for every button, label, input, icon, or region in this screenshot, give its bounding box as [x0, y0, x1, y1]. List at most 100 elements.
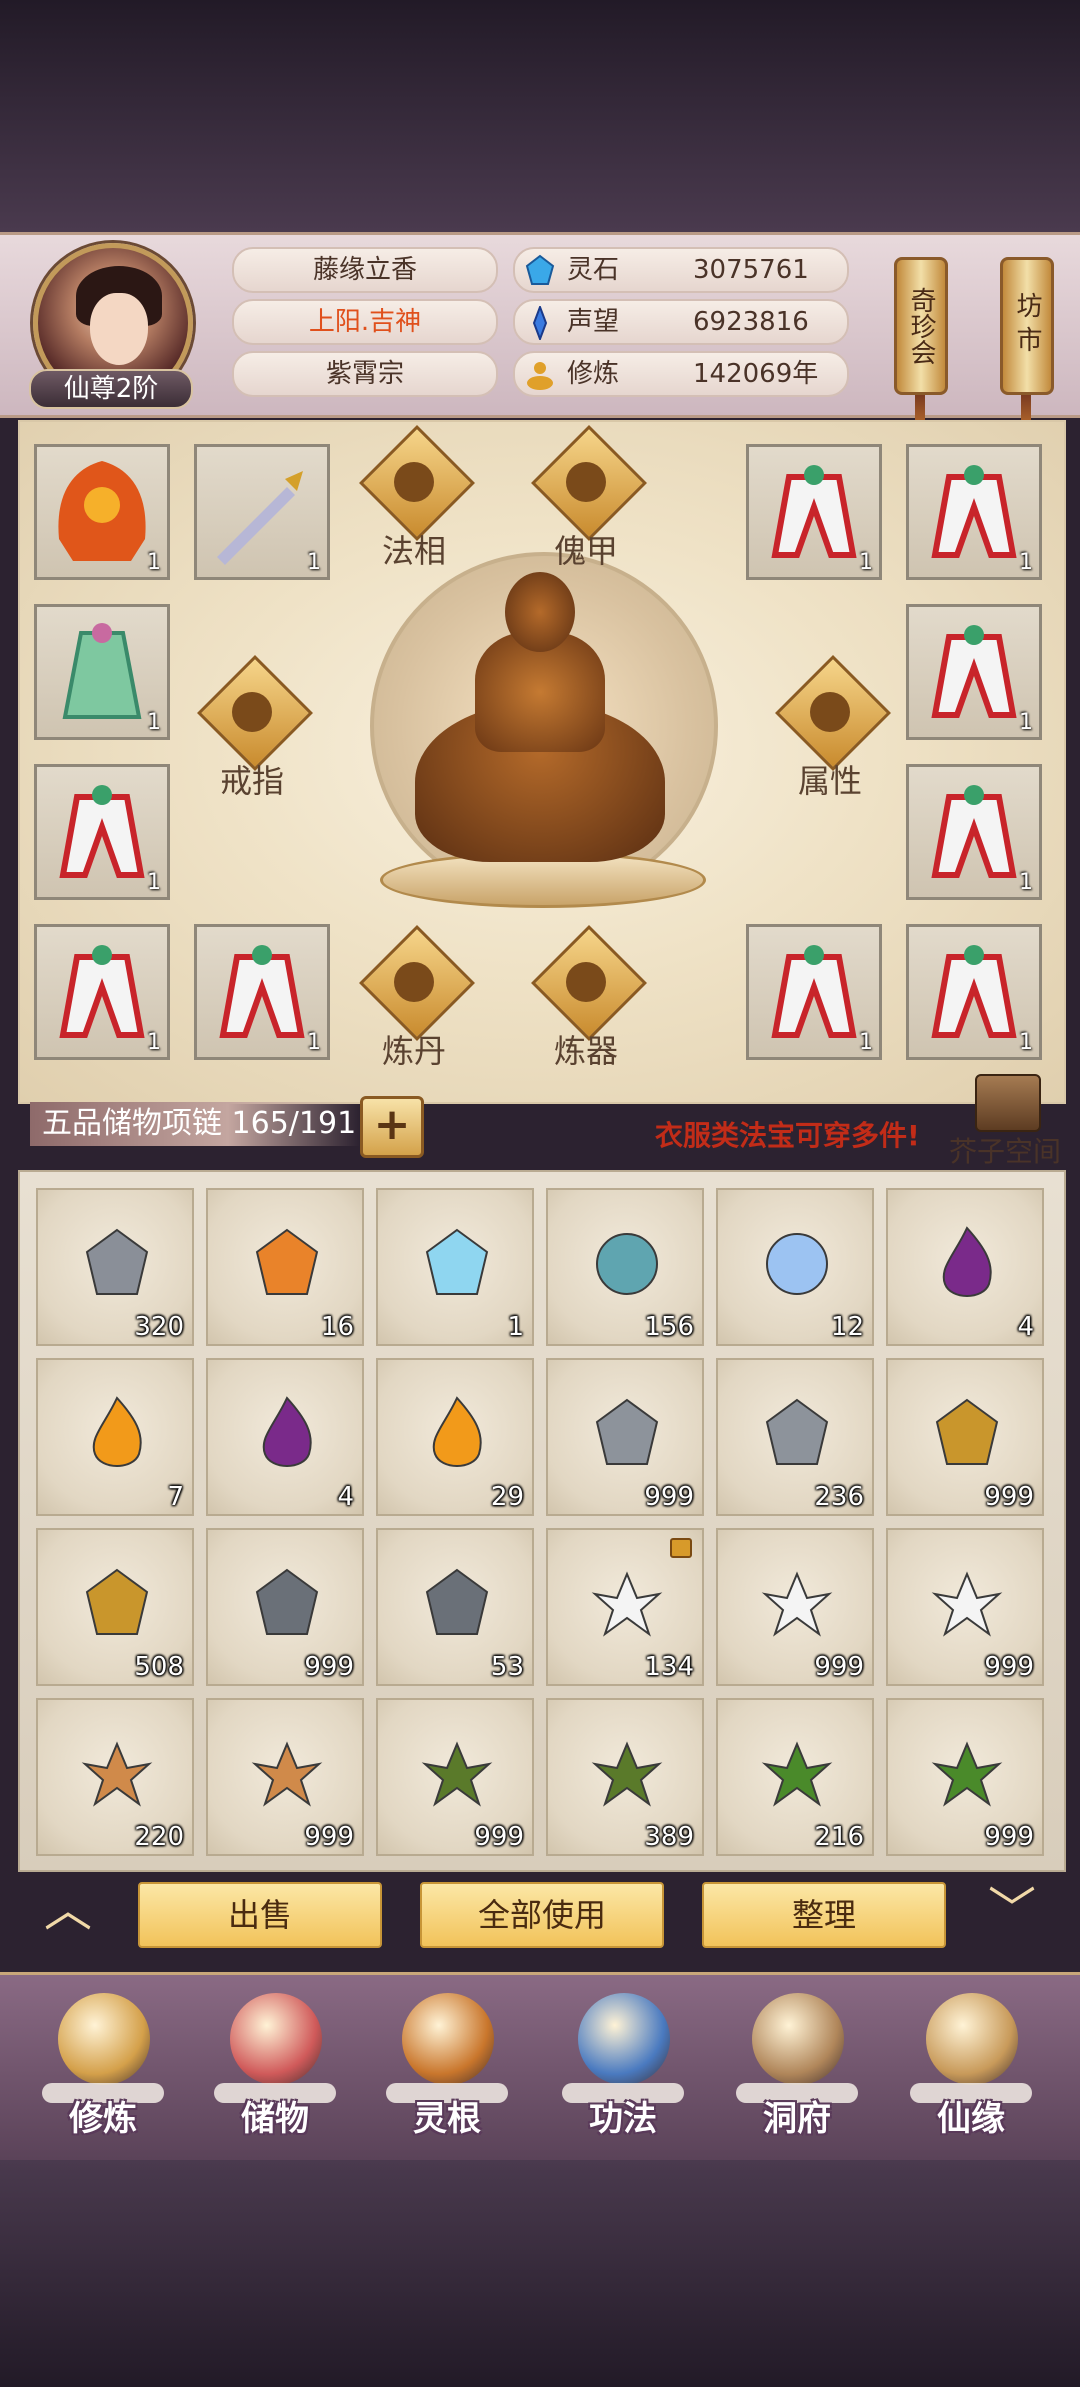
inventory-slot[interactable]: 999 — [886, 1358, 1044, 1516]
slot-count: 1 — [859, 1030, 873, 1055]
resource-cultivation: 修炼 142069年 — [513, 351, 849, 397]
equip-slot[interactable]: 1 — [746, 924, 882, 1060]
storage-capacity: 五品储物项链 165/191 — [30, 1102, 360, 1146]
ring-button[interactable]: 戒指 — [192, 655, 313, 812]
cultivate-icon — [58, 1993, 150, 2085]
inventory-slot[interactable]: 7 — [36, 1358, 194, 1516]
sort-button[interactable]: 整理 — [702, 1882, 946, 1948]
item-count: 999 — [984, 1822, 1034, 1852]
equip-slot[interactable]: 1 — [906, 764, 1042, 900]
white-lily-icon — [931, 1571, 1003, 1637]
slot-count: 1 — [147, 870, 161, 895]
equip-slot[interactable]: 1 — [906, 604, 1042, 740]
player-name: 藤缘立香 — [232, 247, 498, 293]
inventory-slot[interactable]: 999 — [886, 1528, 1044, 1686]
item-count: 156 — [644, 1312, 694, 1342]
equip-slot[interactable]: 1 — [34, 444, 170, 580]
inventory-slot[interactable]: 29 — [376, 1358, 534, 1516]
item-count: 999 — [984, 1652, 1034, 1682]
gold-ore-icon — [935, 1398, 999, 1465]
cultivation-icon — [527, 362, 553, 390]
player-header: 仙尊2阶 藤缘立香 上阳.吉神 紫霄宗 灵石 3075761 声望 692381… — [0, 232, 1080, 451]
avatar-face — [90, 293, 148, 365]
cauldron-icon — [394, 962, 434, 1002]
anvil-icon — [566, 962, 606, 1002]
inventory-slot[interactable]: 134 — [546, 1528, 704, 1686]
chevron-down-icon[interactable]: ﹀ — [972, 1880, 1052, 1940]
equip-slot[interactable]: 1 — [746, 444, 882, 580]
expand-storage-button[interactable]: + — [360, 1096, 424, 1158]
inventory-slot[interactable]: 53 — [376, 1528, 534, 1686]
sell-button[interactable]: 出售 — [138, 1882, 382, 1948]
gray-stone-shards-icon — [85, 1228, 149, 1295]
player-title[interactable]: 上阳.吉神 — [232, 299, 498, 345]
mustard-space-button[interactable]: 芥子空间 — [945, 1070, 1065, 1170]
nav-cultivate[interactable]: 修炼 — [28, 1983, 178, 2153]
forging-button[interactable]: 炼器 — [526, 925, 647, 1082]
equip-slot[interactable]: 1 — [906, 444, 1042, 580]
alchemy-button[interactable]: 炼丹 — [354, 925, 475, 1082]
chest-icon — [975, 1074, 1041, 1132]
inventory-slot[interactable]: 4 — [886, 1188, 1044, 1346]
attributes-label: 属性 — [797, 762, 862, 800]
slot-count: 1 — [1019, 550, 1033, 575]
nav-technique-book[interactable]: 功法 — [548, 1983, 698, 2153]
orange-flame-icon — [432, 1396, 482, 1467]
blue-orb-icon — [766, 1233, 828, 1295]
inventory-slot[interactable]: 1 — [376, 1188, 534, 1346]
inventory-slot[interactable]: 220 — [36, 1698, 194, 1856]
slot-count: 1 — [307, 1030, 321, 1055]
item-count: 999 — [644, 1482, 694, 1512]
nav-cave-dwelling[interactable]: 洞府 — [722, 1983, 872, 2153]
inventory-slot[interactable]: 508 — [36, 1528, 194, 1686]
attributes-button[interactable]: 属性 — [770, 655, 891, 812]
inventory-slot[interactable]: 389 — [546, 1698, 704, 1856]
equip-slot[interactable]: 1 — [34, 764, 170, 900]
inventory-slot[interactable]: 999 — [206, 1528, 364, 1686]
inventory-slot[interactable]: 236 — [716, 1358, 874, 1516]
item-count: 999 — [814, 1652, 864, 1682]
forging-label: 炼器 — [553, 1032, 618, 1070]
inventory-slot[interactable]: 999 — [206, 1698, 364, 1856]
inventory-slot[interactable]: 999 — [716, 1528, 874, 1686]
inventory-slot[interactable]: 156 — [546, 1188, 704, 1346]
dharma-form-button[interactable]: 法相 — [354, 425, 475, 582]
herb-root-icon — [591, 1741, 663, 1807]
use-all-button[interactable]: 全部使用 — [420, 1882, 664, 1948]
resource-label: 灵石 — [567, 255, 620, 285]
chevron-up-icon[interactable]: ︿ — [28, 1880, 108, 1940]
item-count: 4 — [337, 1482, 354, 1512]
inventory-slot[interactable]: 12 — [716, 1188, 874, 1346]
slot-count: 1 — [859, 550, 873, 575]
orange-crystal-icon — [255, 1228, 319, 1295]
spirit-stone-icon — [525, 254, 555, 285]
equip-slot[interactable]: 1 — [34, 924, 170, 1060]
inventory-slot[interactable]: 999 — [546, 1358, 704, 1516]
avatar[interactable]: 仙尊2阶 — [25, 241, 195, 411]
nav-storage-bag[interactable]: 储物 — [200, 1983, 350, 2153]
treasure-auction-button[interactable]: 奇珍会 — [894, 257, 948, 395]
market-button[interactable]: 坊市 — [1000, 257, 1054, 395]
equip-slot[interactable]: 1 — [906, 924, 1042, 1060]
inventory-slot[interactable]: 216 — [716, 1698, 874, 1856]
silver-ore-icon — [595, 1398, 659, 1465]
nav-spirit-root[interactable]: 灵根 — [372, 1983, 522, 2153]
equip-slot[interactable]: 1 — [34, 604, 170, 740]
herb-root-icon — [421, 1741, 493, 1807]
inventory-slot[interactable]: 16 — [206, 1188, 364, 1346]
inventory-slot[interactable]: 320 — [36, 1188, 194, 1346]
ginseng-icon — [251, 1741, 323, 1807]
inventory-slot[interactable]: 4 — [206, 1358, 364, 1516]
item-count: 134 — [644, 1652, 694, 1682]
item-count: 29 — [490, 1482, 524, 1512]
puppet-armor-button[interactable]: 傀甲 — [526, 425, 647, 582]
berry-herb-icon — [931, 1741, 1003, 1807]
treasure-auction-label: 奇珍会 — [906, 287, 936, 365]
teal-orb-icon — [596, 1233, 658, 1295]
inventory-slot[interactable]: 999 — [886, 1698, 1044, 1856]
player-sect[interactable]: 紫霄宗 — [232, 351, 498, 397]
nav-immortal-fate[interactable]: 仙缘 — [896, 1983, 1046, 2153]
equip-slot[interactable]: 1 — [194, 444, 330, 580]
inventory-slot[interactable]: 999 — [376, 1698, 534, 1856]
equip-slot[interactable]: 1 — [194, 924, 330, 1060]
